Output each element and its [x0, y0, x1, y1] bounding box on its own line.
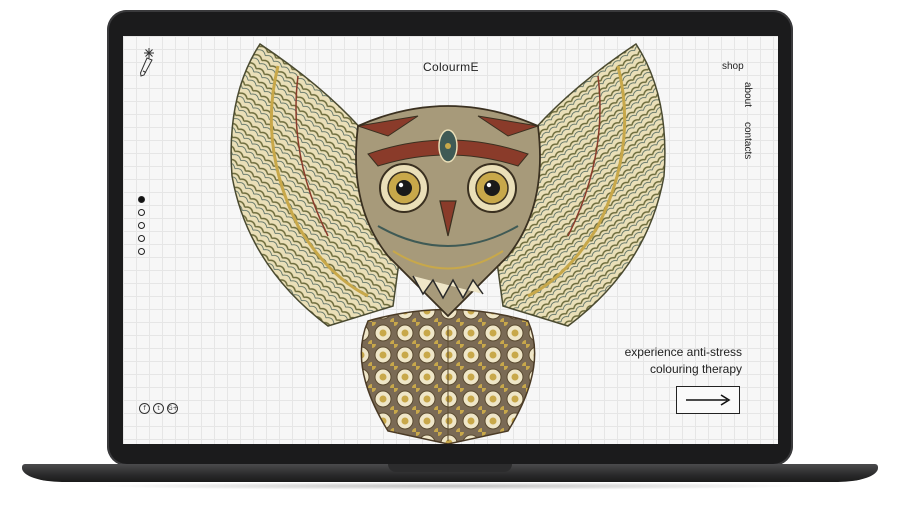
arrow-right-icon [686, 394, 731, 406]
tagline-line-1: experience anti-stress [624, 345, 742, 359]
slide-dot-4[interactable] [138, 235, 145, 242]
nav-shop[interactable]: shop [722, 61, 744, 72]
google-plus-icon[interactable]: G+ [167, 403, 178, 414]
tagline-line-2: colouring therapy [649, 362, 742, 376]
facebook-icon[interactable]: f [139, 403, 150, 414]
pencil-star-icon[interactable] [137, 46, 159, 78]
nav-contacts[interactable]: contacts [742, 122, 753, 159]
social-links: f t G+ [139, 403, 178, 414]
slide-dot-5[interactable] [138, 248, 145, 255]
website-screen: ColourmE shop about contacts experience … [123, 36, 778, 444]
slide-dot-1[interactable] [138, 196, 145, 203]
slide-dot-2[interactable] [138, 209, 145, 216]
owl-mandala-illustration [230, 42, 666, 444]
twitter-icon[interactable]: t [153, 403, 164, 414]
slide-pagination [138, 196, 145, 261]
nav-about[interactable]: about [742, 82, 753, 107]
next-button[interactable] [676, 386, 740, 414]
slide-dot-3[interactable] [138, 222, 145, 229]
laptop-shadow [90, 482, 810, 490]
tagline: experience anti-stress colouring therapy [625, 344, 742, 378]
laptop-base-notch [388, 464, 512, 472]
